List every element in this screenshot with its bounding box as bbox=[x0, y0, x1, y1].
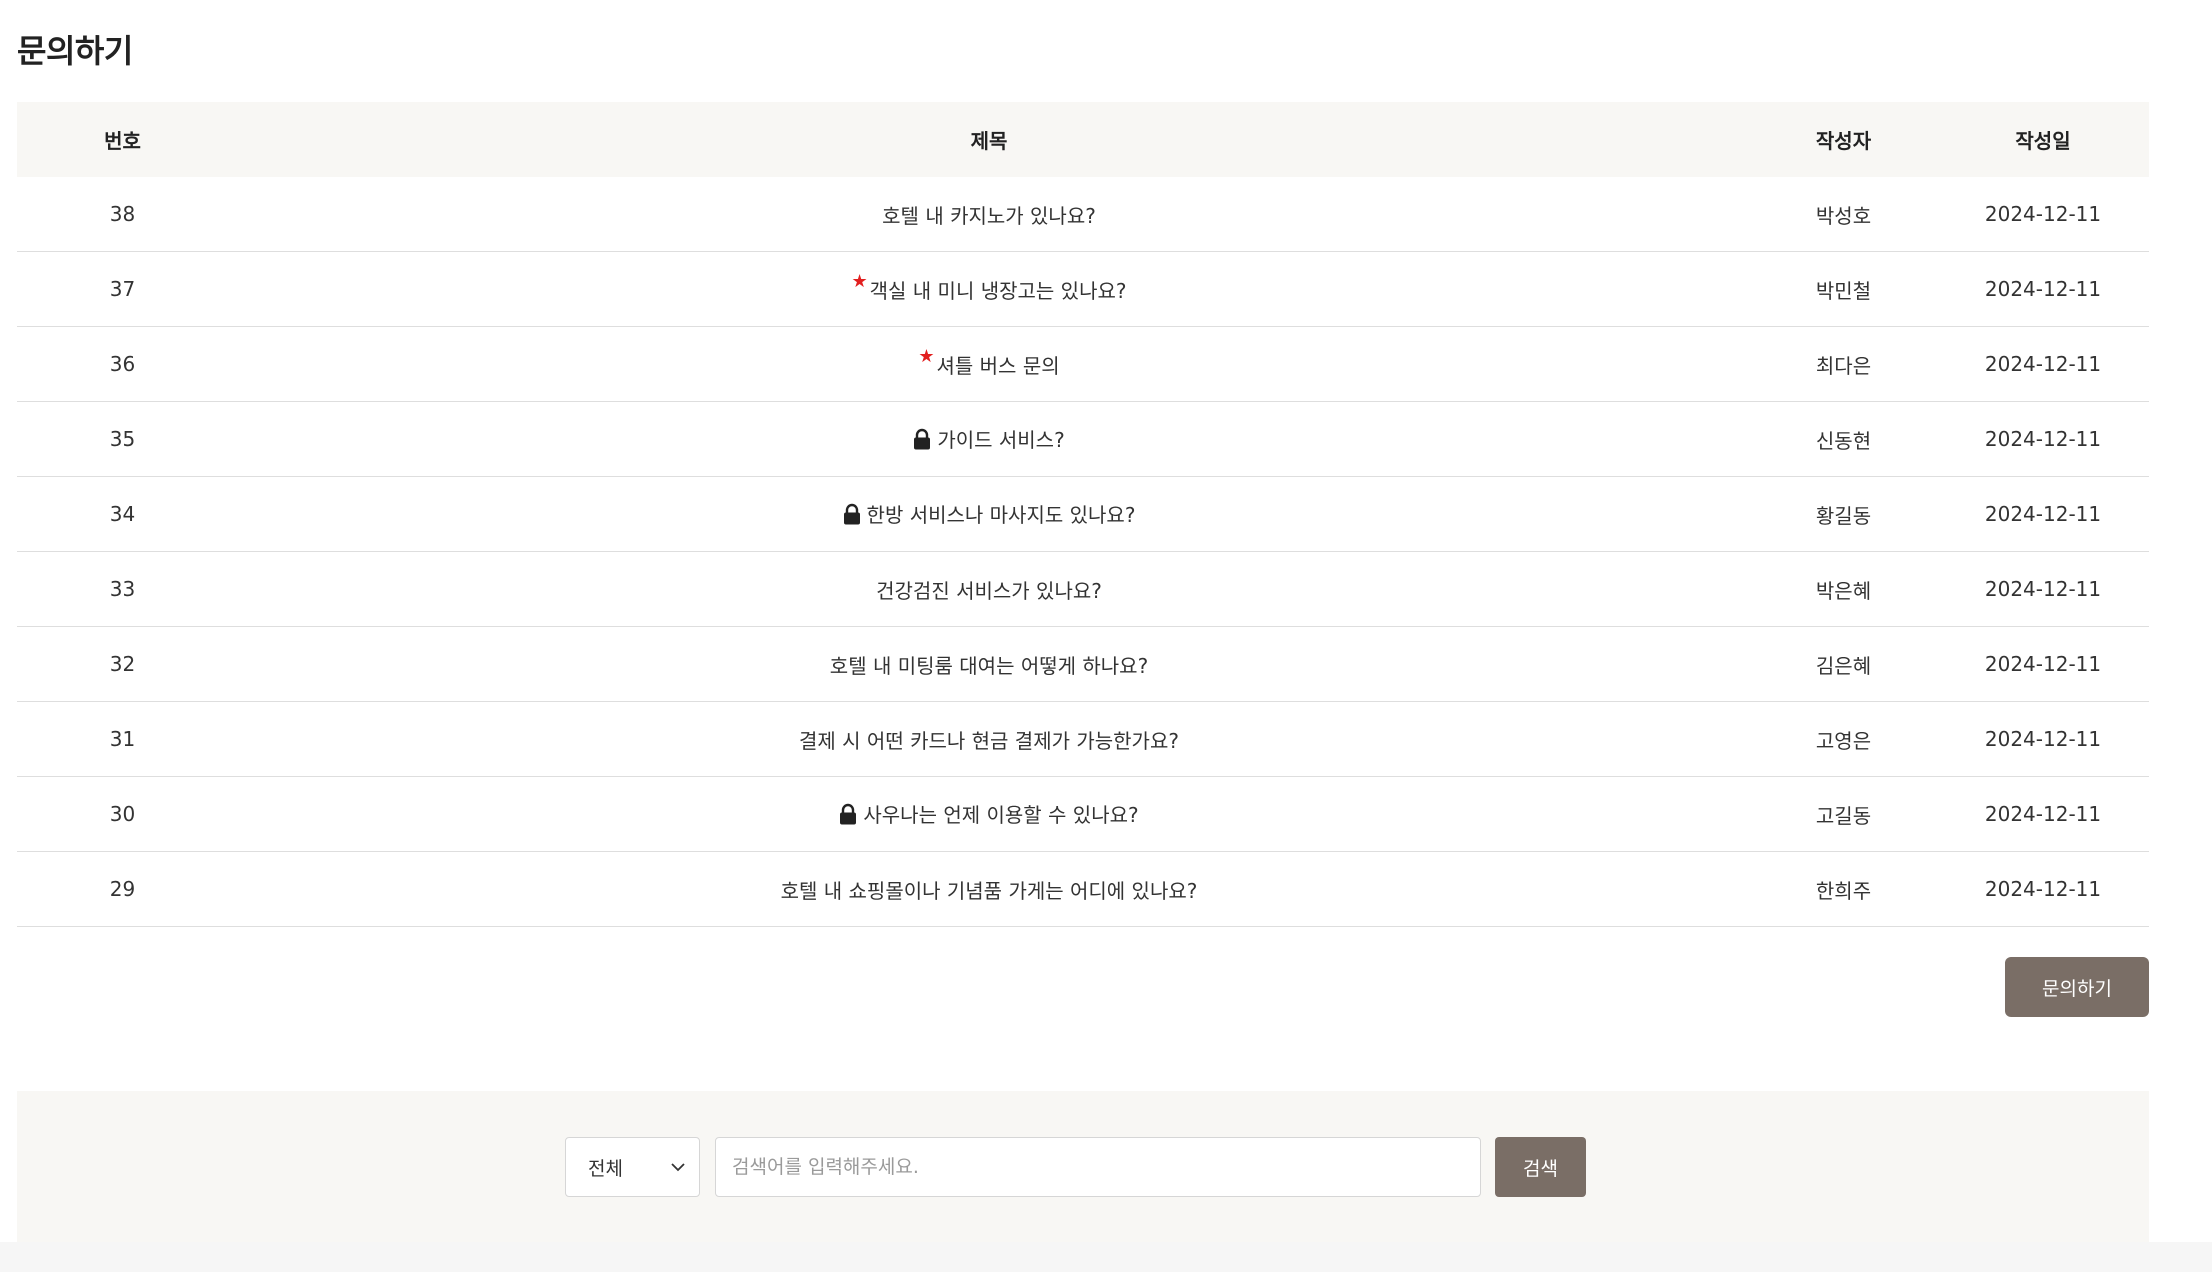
row-title-cell: 한방 서비스나 마사지도 있나요? bbox=[228, 499, 1750, 530]
row-writer: 신동현 bbox=[1815, 428, 1872, 453]
row-title: 호텔 내 미팅룸 대여는 어떻게 하나요? bbox=[829, 653, 1149, 678]
row-number: 38 bbox=[109, 202, 136, 226]
row-title-cell: 건강검진 서비스가 있나요? bbox=[228, 575, 1750, 604]
row-number: 29 bbox=[109, 877, 136, 901]
row-title-link[interactable]: 호텔 내 카지노가 있나요? bbox=[882, 200, 1096, 229]
row-title-link[interactable]: 가이드 서비스? bbox=[913, 424, 1065, 453]
row-title-cell: 호텔 내 쇼핑몰이나 기념품 가게는 어디에 있나요? bbox=[228, 875, 1750, 904]
search-button[interactable]: 검색 bbox=[1495, 1137, 1586, 1197]
row-number: 33 bbox=[109, 577, 136, 601]
row-title-link[interactable]: 호텔 내 쇼핑몰이나 기념품 가게는 어디에 있나요? bbox=[781, 875, 1198, 904]
row-title: 가이드 서비스? bbox=[937, 427, 1065, 452]
table-row[interactable]: 32 호텔 내 미팅룸 대여는 어떻게 하나요? 김은혜 2024-12-11 bbox=[17, 627, 2149, 702]
row-title-cell: 호텔 내 미팅룸 대여는 어떻게 하나요? bbox=[228, 650, 1750, 679]
row-title-link[interactable]: 결제 시 어떤 카드나 현금 결제가 가능한가요? bbox=[799, 725, 1179, 754]
row-number: 30 bbox=[109, 802, 136, 826]
table-body: 38 호텔 내 카지노가 있나요? 박성호 2024-12-11 37 ★ 객실 내 미니 … bbox=[17, 177, 2149, 927]
row-writer: 박은혜 bbox=[1815, 578, 1872, 603]
row-number: 34 bbox=[109, 502, 136, 526]
row-title-link[interactable]: 한방 서비스나 마사지도 있나요? bbox=[843, 499, 1136, 528]
row-writer: 최다은 bbox=[1815, 353, 1872, 378]
row-number: 37 bbox=[109, 277, 136, 301]
row-title: 호텔 내 카지노가 있나요? bbox=[882, 203, 1096, 228]
table-header: 번호 제목 작성자 작성일 bbox=[17, 102, 2149, 177]
row-date: 2024-12-11 bbox=[1984, 277, 2102, 301]
row-title: 건강검진 서비스가 있나요? bbox=[876, 578, 1102, 603]
row-title-cell: ★ 객실 내 미니 냉장고는 있나요? bbox=[228, 271, 1750, 304]
header-title: 제목 bbox=[970, 129, 1008, 153]
required-star-icon: ★ bbox=[918, 345, 935, 367]
row-number: 31 bbox=[109, 727, 136, 751]
table-row[interactable]: 33 건강검진 서비스가 있나요? 박은혜 2024-12-11 bbox=[17, 552, 2149, 627]
row-title-link[interactable]: 사우나는 언제 이용할 수 있나요? bbox=[839, 799, 1139, 828]
row-date: 2024-12-11 bbox=[1984, 802, 2102, 826]
row-writer: 김은혜 bbox=[1815, 653, 1872, 678]
row-date: 2024-12-11 bbox=[1984, 352, 2102, 376]
row-date: 2024-12-11 bbox=[1984, 877, 2102, 901]
inquiry-page: 문의하기 번호 제목 작성자 작성일 38 호텔 내 카지노가 있나요? 박성호 20… bbox=[0, 0, 2212, 1272]
row-writer: 황길동 bbox=[1815, 503, 1872, 528]
row-title-link[interactable]: 건강검진 서비스가 있나요? bbox=[876, 575, 1102, 604]
row-date: 2024-12-11 bbox=[1984, 652, 2102, 676]
table-row[interactable]: 30 사우나는 언제 이용할 수 있나요? 고길동 2024-12-11 bbox=[17, 777, 2149, 852]
search-category-value: 전체 bbox=[588, 1157, 623, 1180]
row-title: 호텔 내 쇼핑몰이나 기념품 가게는 어디에 있나요? bbox=[780, 878, 1198, 903]
row-title-cell: 가이드 서비스? bbox=[228, 424, 1750, 455]
table-row[interactable]: 35 가이드 서비스? 신동현 2024-12-11 bbox=[17, 402, 2149, 477]
row-writer: 박성호 bbox=[1815, 203, 1872, 228]
lock-icon bbox=[843, 503, 861, 525]
row-title: 사우나는 언제 이용할 수 있나요? bbox=[863, 802, 1139, 827]
row-date: 2024-12-11 bbox=[1984, 727, 2102, 751]
row-title: 셔틀 버스 문의 bbox=[936, 353, 1060, 378]
row-date: 2024-12-11 bbox=[1984, 577, 2102, 601]
row-number: 36 bbox=[109, 352, 136, 376]
table-row[interactable]: 38 호텔 내 카지노가 있나요? 박성호 2024-12-11 bbox=[17, 177, 2149, 252]
page-title: 문의하기 bbox=[17, 32, 133, 70]
row-number: 35 bbox=[109, 427, 136, 451]
required-star-icon: ★ bbox=[851, 270, 868, 292]
row-date: 2024-12-11 bbox=[1984, 427, 2102, 451]
row-title-cell: 사우나는 언제 이용할 수 있나요? bbox=[228, 799, 1750, 830]
header-date: 작성일 bbox=[2015, 129, 2071, 153]
row-title-link[interactable]: ★ 셔틀 버스 문의 bbox=[918, 346, 1060, 379]
row-title: 객실 내 미니 냉장고는 있나요? bbox=[869, 278, 1127, 303]
row-date: 2024-12-11 bbox=[1984, 202, 2102, 226]
row-writer: 고길동 bbox=[1815, 803, 1872, 828]
header-writer: 작성자 bbox=[1815, 129, 1872, 153]
row-title: 한방 서비스나 마사지도 있나요? bbox=[866, 502, 1136, 527]
row-title-link[interactable]: 호텔 내 미팅룸 대여는 어떻게 하나요? bbox=[830, 650, 1148, 679]
inquiry-table: 번호 제목 작성자 작성일 38 호텔 내 카지노가 있나요? 박성호 2024-12… bbox=[17, 102, 2149, 927]
table-row[interactable]: 37 ★ 객실 내 미니 냉장고는 있나요? 박민철 2024-12-11 bbox=[17, 252, 2149, 327]
bottom-strip bbox=[0, 1242, 2212, 1272]
table-row[interactable]: 34 한방 서비스나 마사지도 있나요? 황길동 2024-12-11 bbox=[17, 477, 2149, 552]
table-row[interactable]: 31 결제 시 어떤 카드나 현금 결제가 가능한가요? 고영은 2024-12-11 bbox=[17, 702, 2149, 777]
row-date: 2024-12-11 bbox=[1984, 502, 2102, 526]
chevron-down-icon bbox=[671, 1163, 685, 1172]
lock-icon bbox=[913, 428, 931, 450]
row-writer: 고영은 bbox=[1815, 728, 1872, 753]
table-row[interactable]: 36 ★ 셔틀 버스 문의 최다은 2024-12-11 bbox=[17, 327, 2149, 402]
search-area: 전체 검색 bbox=[17, 1091, 2149, 1242]
table-row[interactable]: 29 호텔 내 쇼핑몰이나 기념품 가게는 어디에 있나요? 한희주 2024-12-… bbox=[17, 852, 2149, 927]
row-title-link[interactable]: ★ 객실 내 미니 냉장고는 있나요? bbox=[852, 271, 1127, 304]
header-no: 번호 bbox=[104, 129, 141, 153]
row-writer: 박민철 bbox=[1815, 278, 1872, 303]
write-inquiry-button[interactable]: 문의하기 bbox=[2005, 957, 2149, 1017]
row-writer: 한희주 bbox=[1815, 878, 1872, 903]
row-title-cell: ★ 셔틀 버스 문의 bbox=[228, 346, 1750, 379]
search-category-select[interactable]: 전체 bbox=[565, 1137, 700, 1197]
search-input[interactable] bbox=[715, 1137, 1481, 1197]
lock-icon bbox=[839, 803, 857, 825]
row-title-cell: 결제 시 어떤 카드나 현금 결제가 가능한가요? bbox=[228, 725, 1750, 754]
row-number: 32 bbox=[109, 652, 136, 676]
row-title-cell: 호텔 내 카지노가 있나요? bbox=[228, 200, 1750, 229]
row-title: 결제 시 어떤 카드나 현금 결제가 가능한가요? bbox=[799, 728, 1179, 753]
